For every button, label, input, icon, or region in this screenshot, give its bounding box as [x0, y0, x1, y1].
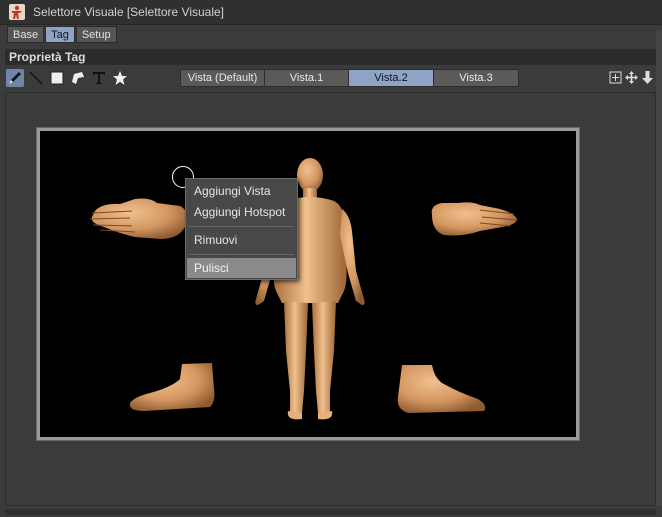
- scrollbar[interactable]: [656, 30, 662, 506]
- menu-item-add-view[interactable]: Aggiungi Vista: [187, 181, 296, 201]
- tab-tag[interactable]: Tag: [45, 26, 75, 43]
- title-bar: Selettore Visuale [Selettore Visuale]: [0, 0, 662, 25]
- window-title: Selettore Visuale [Selettore Visuale]: [33, 5, 225, 19]
- polygon-icon[interactable]: [69, 69, 87, 87]
- drawing-toolbar: [6, 69, 129, 87]
- menu-separator: [189, 254, 294, 255]
- app-icon: [9, 4, 25, 20]
- menu-item-clear[interactable]: Pulisci: [187, 258, 296, 278]
- right-hand-figure: [431, 202, 519, 236]
- image-viewer[interactable]: [36, 127, 580, 441]
- view-controls: [609, 70, 654, 84]
- tab-vista-2[interactable]: Vista.2: [348, 69, 434, 87]
- section-header: Proprietà Tag: [5, 49, 656, 65]
- tab-vista-3[interactable]: Vista.3: [433, 69, 519, 87]
- tab-vista-1[interactable]: Vista.1: [264, 69, 349, 87]
- menu-separator: [189, 226, 294, 227]
- pen-icon[interactable]: [6, 69, 24, 87]
- square-icon[interactable]: [48, 69, 66, 87]
- tab-setup[interactable]: Setup: [75, 26, 117, 43]
- star-icon[interactable]: [111, 69, 129, 87]
- vista-tabs: Vista (Default) Vista.1 Vista.2 Vista.3: [180, 69, 519, 87]
- menu-item-remove[interactable]: Rimuovi: [187, 230, 296, 250]
- menu-item-add-hotspot[interactable]: Aggiungi Hotspot: [187, 202, 296, 222]
- left-foot-figure: [129, 363, 215, 411]
- move-icon[interactable]: [625, 70, 638, 84]
- right-foot-figure: [397, 365, 486, 413]
- bottom-scrollbar[interactable]: [5, 509, 656, 515]
- tab-vista-default[interactable]: Vista (Default): [180, 69, 265, 87]
- section-title: Proprietà Tag: [9, 50, 86, 64]
- download-arrow-icon[interactable]: [641, 70, 654, 84]
- line-icon[interactable]: [27, 69, 45, 87]
- tab-base[interactable]: Base: [7, 26, 45, 43]
- anatomy-image: [89, 158, 519, 420]
- tab-bar: Base Tag Setup: [7, 26, 118, 43]
- context-menu: Aggiungi Vista Aggiungi Hotspot Rimuovi …: [185, 178, 298, 280]
- left-hand-figure: [89, 198, 188, 239]
- text-icon[interactable]: [90, 69, 108, 87]
- add-frame-icon[interactable]: [609, 70, 622, 84]
